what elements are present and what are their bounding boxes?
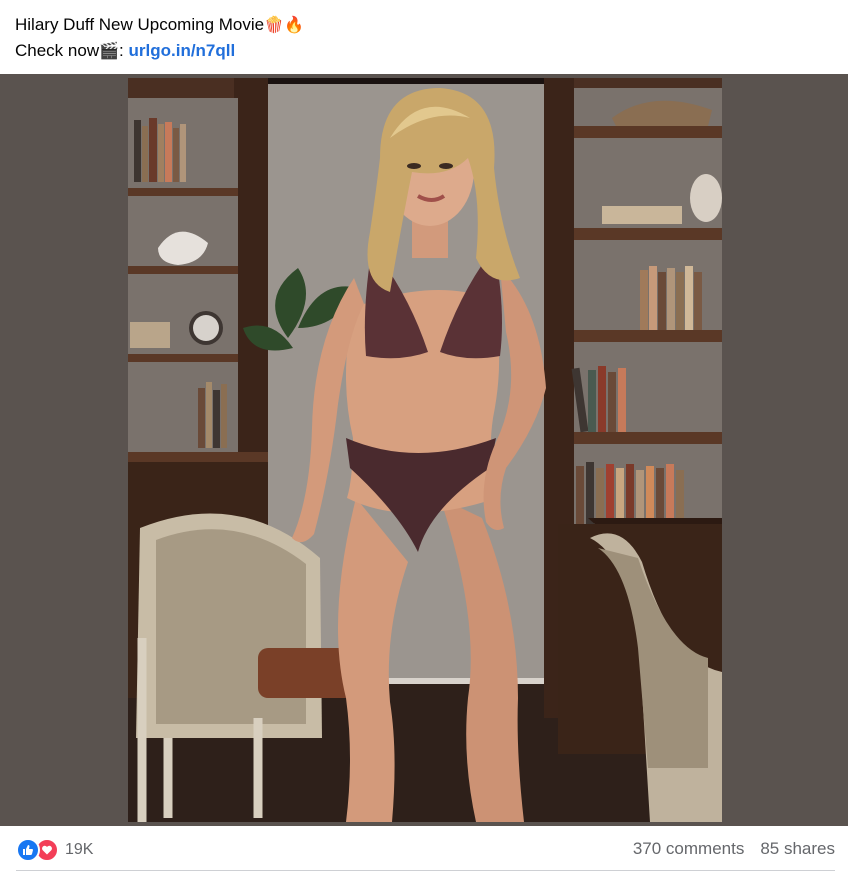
post-image[interactable] — [128, 78, 722, 822]
caption-colon: : — [119, 41, 124, 60]
thumbs-up-icon — [16, 838, 40, 862]
photo-illustration — [128, 78, 722, 822]
caption-title: Hilary Duff New Upcoming Movie — [15, 15, 265, 34]
caption-line-1: Hilary Duff New Upcoming Movie🍿🔥 — [15, 12, 304, 38]
post-caption: Hilary Duff New Upcoming Movie🍿🔥 Check n… — [15, 12, 304, 64]
reaction-count: 19K — [65, 841, 94, 858]
reactions-summary[interactable]: 19K — [16, 838, 93, 862]
facebook-post: Hilary Duff New Upcoming Movie🍿🔥 Check n… — [0, 0, 848, 881]
caption-check-now: Check now — [15, 41, 100, 60]
post-link[interactable]: urlgo.in/n7qll — [129, 41, 236, 60]
shares-count[interactable]: 85 shares — [760, 839, 835, 859]
media-frame — [0, 74, 848, 826]
popcorn-fire-emoji: 🍿🔥 — [264, 17, 304, 34]
post-footer: 19K 370 comments 85 shares — [0, 826, 848, 871]
comments-count[interactable]: 370 comments — [633, 839, 745, 859]
clapper-emoji: 🎬 — [99, 43, 120, 60]
footer-divider — [16, 870, 835, 871]
post-stats: 370 comments 85 shares — [633, 839, 835, 859]
caption-line-2: Check now🎬: urlgo.in/n7qll — [15, 38, 304, 64]
